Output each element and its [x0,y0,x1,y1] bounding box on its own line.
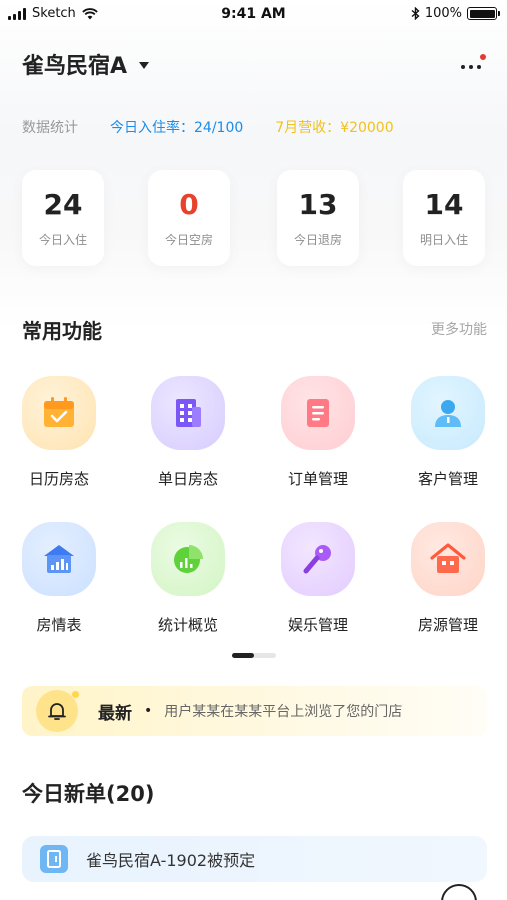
function-label: 统计概览 [157,616,218,634]
home-icon [411,522,485,596]
building-icon [151,376,225,450]
stats-summary: 数据统计 今日入住率：24/100 7月营收：¥20000 [22,117,394,137]
stat-cards: 24 今日入住 0 今日空房 13 今日退房 14 明日入住 [22,170,487,266]
bluetooth-icon [411,7,420,20]
function-label: 房源管理 [417,616,478,634]
calendar-icon [22,376,96,450]
caret-down-icon [139,61,150,69]
function-order-management[interactable]: 订单管理 [268,376,368,489]
document-icon [281,376,355,450]
card-checkin-tomorrow[interactable]: 14 明日入住 [403,170,485,266]
battery-icon [467,7,500,20]
store-title: 雀鸟民宿A [22,54,128,79]
function-label: 订单管理 [287,470,348,488]
house-chart-icon [22,522,96,596]
card-checkin-today[interactable]: 24 今日入住 [22,170,104,266]
floating-action-button[interactable] [441,884,477,900]
function-entertainment[interactable]: 娱乐管理 [268,522,368,635]
function-statistics[interactable]: 统计概览 [138,522,238,635]
card-label: 今日空房 [164,233,213,247]
notice-title: 最新 [98,703,132,724]
function-daily-status[interactable]: 单日房态 [138,376,238,489]
latest-notice-banner[interactable]: 最新 • 用户某某在某某平台上浏览了您的门店 [22,686,487,736]
occupancy-rate: 今日入住率：24/100 [110,120,244,136]
bell-badge-dot [71,690,80,699]
card-value: 0 [179,188,199,221]
microphone-icon [281,522,355,596]
orders-title: 今日新单(20) [22,782,155,806]
card-vacant-today[interactable]: 0 今日空房 [148,170,230,266]
order-item[interactable]: 雀鸟民宿A-1902被预定 [22,836,487,882]
function-label: 娱乐管理 [287,616,348,634]
status-bar: Sketch 9:41 AM 100% [0,0,507,30]
store-selector[interactable]: 雀鸟民宿A [22,48,150,80]
card-checkout-today[interactable]: 13 今日退房 [277,170,359,266]
card-value: 24 [43,188,83,221]
function-customer-management[interactable]: 客户管理 [398,376,498,489]
functions-title: 常用功能 [22,319,102,343]
stats-label: 数据统计 [22,120,78,136]
function-label: 客户管理 [417,470,478,488]
card-label: 今日入住 [38,233,87,247]
card-label: 明日入住 [419,233,468,247]
notification-dot [480,54,486,60]
more-menu-button[interactable] [459,52,487,80]
door-icon [40,845,68,873]
notice-text: 用户某某在某某平台上浏览了您的门店 [164,704,403,720]
pie-chart-icon [151,522,225,596]
card-value: 13 [298,188,338,221]
monthly-revenue: 7月营收：¥20000 [275,120,394,136]
order-text: 雀鸟民宿A-1902被预定 [86,851,256,870]
function-property-management[interactable]: 房源管理 [398,522,498,635]
status-right: 100% [411,6,500,21]
function-calendar-status[interactable]: 日历房态 [9,376,109,489]
function-room-chart[interactable]: 房情表 [9,522,109,635]
function-label: 房情表 [36,616,82,634]
user-icon [411,376,485,450]
page-indicator[interactable] [232,653,276,658]
more-functions-link[interactable]: 更多功能 [431,319,487,339]
function-label: 单日房态 [157,470,218,488]
functions-header: 常用功能 更多功能 [22,315,487,343]
function-label: 日历房态 [28,470,89,488]
more-dots-icon [461,65,481,69]
card-value: 14 [424,188,464,221]
bell-icon [36,690,80,732]
battery-percent: 100% [424,6,462,21]
card-label: 今日退房 [293,233,342,247]
notice-separator: • [144,703,153,719]
app-header: 雀鸟民宿A [22,48,487,84]
